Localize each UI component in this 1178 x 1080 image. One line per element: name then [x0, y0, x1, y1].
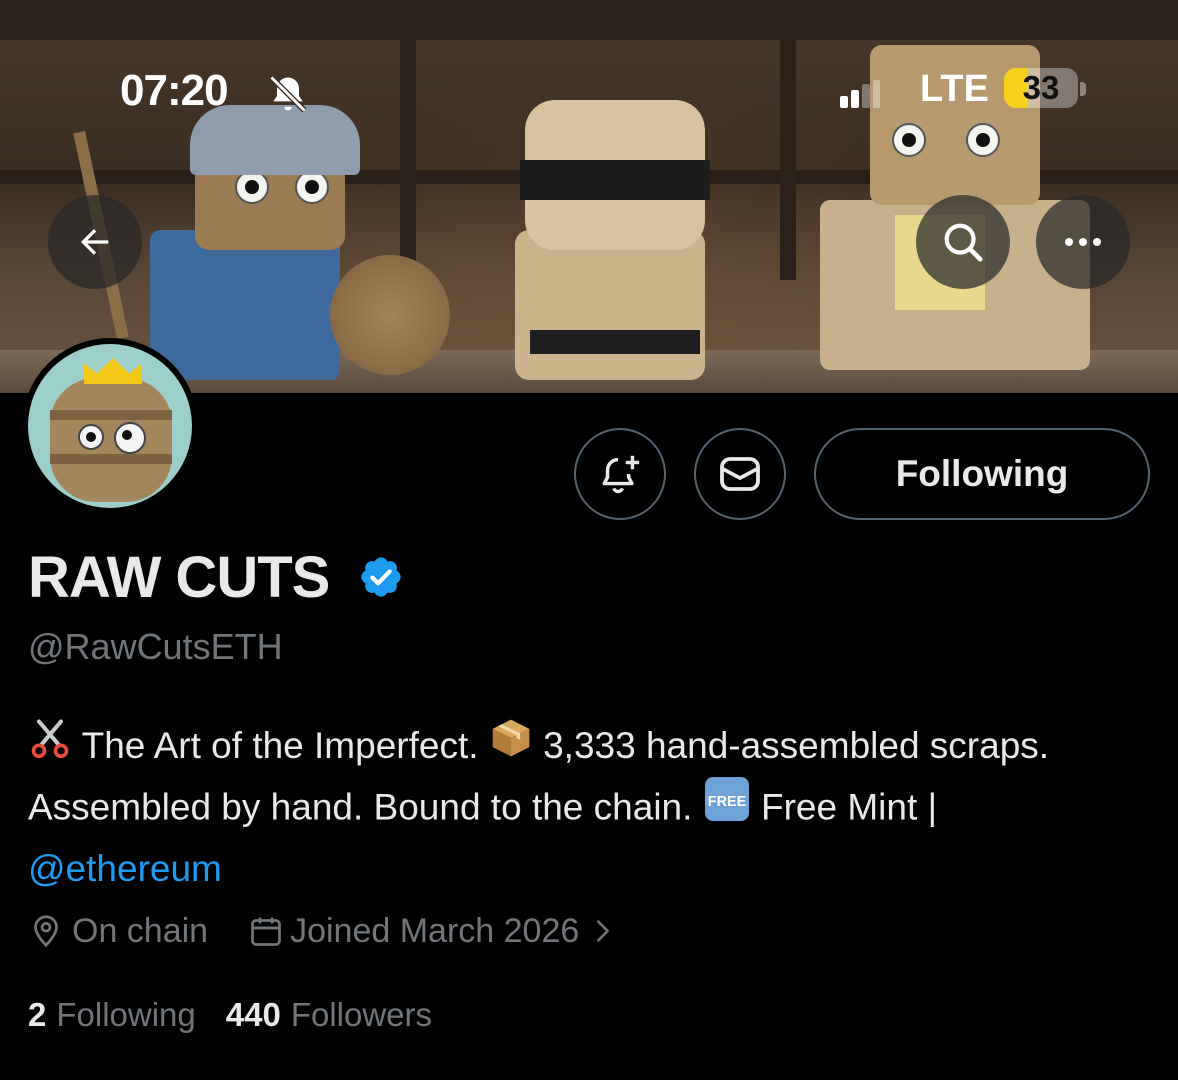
search-icon: [944, 223, 983, 262]
free-icon-text: FREE: [707, 794, 746, 810]
bell-plus-icon: [602, 455, 640, 494]
envelope-icon: [720, 457, 760, 491]
banner-lion-shield: [330, 255, 450, 375]
location: On chain: [28, 912, 208, 951]
bio-mention-link[interactable]: @ethereum: [28, 848, 222, 889]
calendar-icon: [251, 917, 281, 946]
more-horizontal-icon: [1065, 238, 1101, 246]
package-icon: [489, 716, 533, 775]
bio-text-1: The Art of the Imperfect.: [81, 725, 479, 766]
profile-banner[interactable]: [0, 0, 1178, 393]
silent-bell-icon: [266, 72, 310, 116]
follow-counts: 2 Following 440 Followers: [28, 996, 432, 1034]
joined-text: Joined March 2026: [290, 911, 580, 950]
chevron-right-icon: [597, 920, 610, 942]
bio-text-3: Free Mint |: [760, 786, 938, 827]
profile-handle: @RawCutsETH: [28, 626, 283, 667]
following-count: 2: [28, 996, 47, 1033]
location-pin-icon: [34, 915, 58, 948]
banner-shelf-post: [780, 40, 796, 280]
avatar-tape: [50, 410, 172, 420]
network-type: LTE: [920, 68, 989, 110]
banner-ninja-mask: [520, 160, 710, 200]
battery-icon: 33: [1004, 68, 1078, 108]
message-button[interactable]: [694, 428, 786, 520]
profile-name: RAW CUTS: [28, 545, 330, 610]
signal-strength-icon: [840, 80, 880, 108]
avatar-tape: [50, 454, 172, 464]
avatar-eye: [78, 424, 104, 450]
banner-shelf-post: [400, 40, 416, 280]
banner-ninja-belt: [530, 330, 700, 354]
following-count-link[interactable]: 2 Following: [28, 996, 196, 1034]
status-time: 07:20: [120, 66, 229, 115]
verified-badge-icon[interactable]: [358, 554, 404, 600]
back-button[interactable]: [48, 195, 142, 289]
battery-tip: [1080, 82, 1086, 96]
crown-icon: [84, 358, 142, 384]
avatar-character-head: [50, 378, 172, 502]
following-label: Following: [56, 996, 196, 1033]
following-button[interactable]: Following: [814, 428, 1150, 520]
battery-level: 33: [1022, 69, 1060, 106]
joined-date[interactable]: Joined March 2026: [248, 912, 617, 951]
profile-meta: On chain Joined March 2026: [28, 906, 617, 956]
notify-button[interactable]: [574, 428, 666, 520]
search-button[interactable]: [916, 195, 1010, 289]
followers-label: Followers: [290, 996, 433, 1033]
free-button-icon: FREE: [703, 775, 751, 838]
followers-count-link[interactable]: 440 Followers: [226, 996, 432, 1034]
arrow-left-icon: [81, 229, 109, 255]
location-text: On chain: [72, 911, 209, 950]
banner-ninja-body: [515, 230, 705, 380]
banner-shelf-top: [0, 0, 1178, 40]
avatar-eye: [114, 422, 146, 454]
more-button[interactable]: [1036, 195, 1130, 289]
followers-count: 440: [225, 996, 281, 1033]
profile-bio: The Art of the Imperfect. 3,333 hand-ass…: [28, 718, 1158, 896]
scissors-icon: [28, 716, 72, 775]
avatar[interactable]: [28, 344, 192, 508]
banner-knight-body: [150, 230, 340, 380]
